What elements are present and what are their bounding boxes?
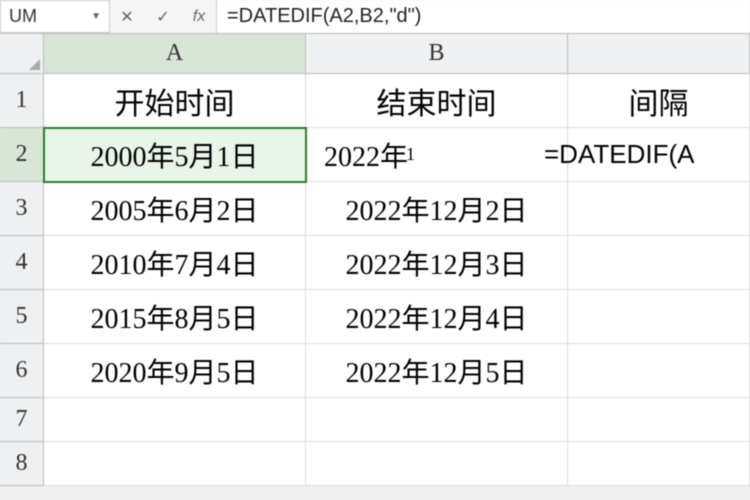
row-header-1[interactable]: 1 bbox=[0, 74, 44, 128]
select-all-corner[interactable] bbox=[0, 34, 44, 74]
row-header-3[interactable]: 3 bbox=[0, 182, 44, 236]
cancel-icon[interactable]: ✕ bbox=[116, 6, 138, 28]
cell-C3[interactable] bbox=[568, 182, 750, 236]
formula-input[interactable]: =DATEDIF(A2,B2,"d") bbox=[217, 0, 750, 33]
row-header-5[interactable]: 5 bbox=[0, 290, 44, 344]
cell-B2-partial: 1 bbox=[406, 144, 415, 165]
cell-B4[interactable]: 2022年12月3日 bbox=[306, 236, 568, 290]
row-header-7[interactable]: 7 bbox=[0, 398, 44, 442]
cell-B1[interactable]: 结束时间 bbox=[306, 74, 568, 128]
spreadsheet-grid: A B 1 开始时间 结束时间 间隔 2 2000年5月1日 2022年1 =D… bbox=[0, 34, 750, 486]
cell-C4[interactable] bbox=[568, 236, 750, 290]
row-header-2[interactable]: 2 bbox=[0, 128, 44, 182]
col-header-B[interactable]: B bbox=[306, 34, 568, 74]
cell-B3[interactable]: 2022年12月2日 bbox=[306, 182, 568, 236]
cell-B8[interactable] bbox=[306, 442, 568, 486]
fx-icon[interactable]: fx bbox=[188, 6, 210, 28]
row-header-4[interactable]: 4 bbox=[0, 236, 44, 290]
cell-C2-formula: =DATEDIF(A bbox=[544, 139, 694, 170]
cell-A5[interactable]: 2015年8月5日 bbox=[44, 290, 306, 344]
name-box-value: UM bbox=[9, 6, 37, 27]
cell-C6[interactable] bbox=[568, 344, 750, 398]
col-header-C[interactable] bbox=[568, 34, 750, 74]
cell-C8[interactable] bbox=[568, 442, 750, 486]
confirm-icon[interactable]: ✓ bbox=[152, 6, 174, 28]
cell-A4[interactable]: 2010年7月4日 bbox=[44, 236, 306, 290]
cell-B5[interactable]: 2022年12月4日 bbox=[306, 290, 568, 344]
cell-C5[interactable] bbox=[568, 290, 750, 344]
cell-A7[interactable] bbox=[44, 398, 306, 442]
cell-B7[interactable] bbox=[306, 398, 568, 442]
name-box[interactable]: UM ▼ bbox=[0, 0, 110, 33]
formula-bar: UM ▼ ✕ ✓ fx =DATEDIF(A2,B2,"d") bbox=[0, 0, 750, 34]
row-header-8[interactable]: 8 bbox=[0, 442, 44, 486]
cell-A2[interactable]: 2000年5月1日 bbox=[44, 128, 306, 182]
chevron-down-icon[interactable]: ▼ bbox=[91, 11, 101, 22]
cell-A3[interactable]: 2005年6月2日 bbox=[44, 182, 306, 236]
cell-A6[interactable]: 2020年9月5日 bbox=[44, 344, 306, 398]
cell-B2[interactable]: 2022年1 bbox=[306, 128, 568, 182]
cell-A1[interactable]: 开始时间 bbox=[44, 74, 306, 128]
formula-text: =DATEDIF(A2,B2,"d") bbox=[227, 5, 421, 28]
col-header-A[interactable]: A bbox=[44, 34, 306, 74]
cell-C7[interactable] bbox=[568, 398, 750, 442]
cell-B2-value: 2022年 bbox=[324, 135, 408, 175]
cell-B6[interactable]: 2022年12月5日 bbox=[306, 344, 568, 398]
formula-controls: ✕ ✓ fx bbox=[110, 0, 217, 33]
cell-C1[interactable]: 间隔 bbox=[568, 74, 750, 128]
row-header-6[interactable]: 6 bbox=[0, 344, 44, 398]
cell-C2[interactable]: =DATEDIF(A bbox=[568, 128, 750, 182]
cell-A8[interactable] bbox=[44, 442, 306, 486]
